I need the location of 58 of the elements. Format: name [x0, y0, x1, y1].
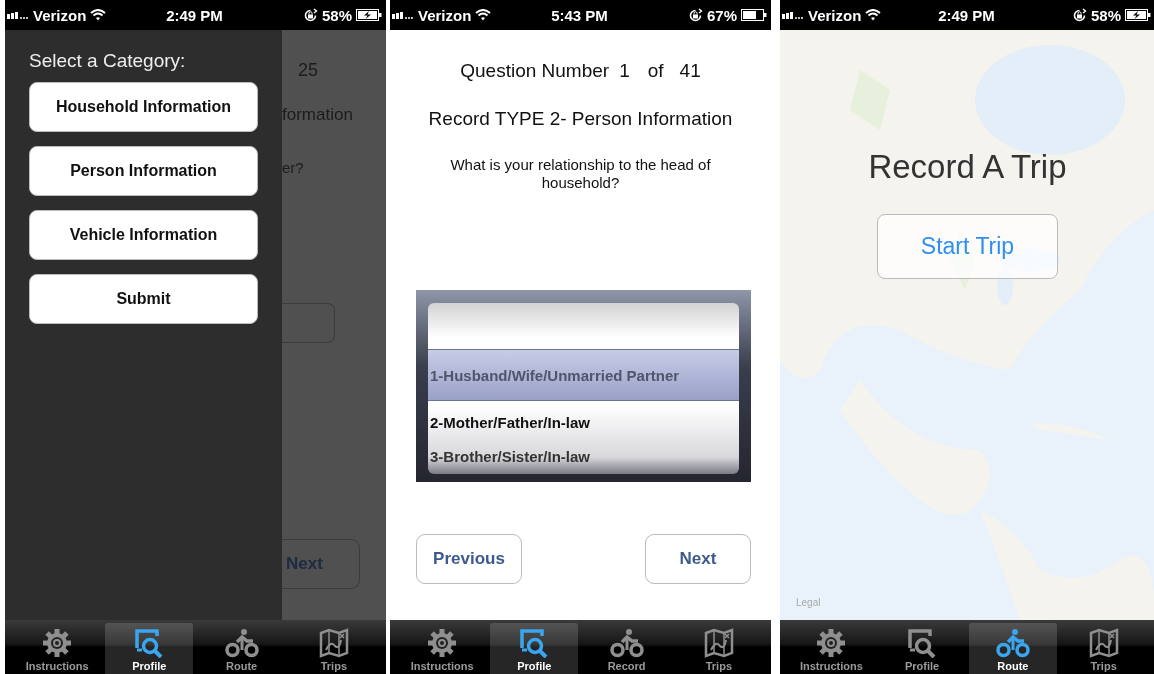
gear-icon [427, 628, 458, 658]
question-total: 41 [679, 60, 701, 82]
tab-item[interactable]: Record [582, 623, 671, 674]
signal-icon [782, 11, 804, 19]
picker-option[interactable]: 2-Mother/Father/In-law [428, 401, 739, 443]
answer-field[interactable] [282, 303, 335, 343]
rotation-lock-icon [302, 7, 318, 23]
gear-icon [42, 628, 73, 658]
battery-percent: 58% [1090, 6, 1121, 24]
map-icon [318, 628, 349, 658]
tab-item[interactable]: Trips [674, 623, 763, 674]
cyclist-icon [224, 628, 259, 658]
gear-icon [816, 628, 847, 658]
tab-item[interactable]: Route [968, 623, 1057, 674]
status-time: 2:49 PM [166, 6, 223, 24]
tab-item[interactable]: Trips [1059, 623, 1148, 674]
menu-title: Select a Category: [29, 50, 186, 72]
category-button[interactable]: Household Information [29, 82, 258, 132]
question-of: of [647, 60, 664, 82]
tab-item[interactable]: Profile [878, 623, 967, 674]
signal-icon [392, 11, 414, 19]
tab-item[interactable]: Trips [289, 623, 378, 674]
signal-icon [7, 11, 29, 19]
tab-item[interactable]: Instructions [13, 623, 102, 674]
status-time: 5:43 PM [551, 6, 608, 24]
picker-option[interactable]: 3-Brother/Sister/In-law [428, 443, 739, 469]
carrier-name: Verizon [418, 6, 472, 24]
cyclist-icon [609, 628, 644, 658]
question-current: 1 [619, 60, 630, 82]
category-button[interactable]: Vehicle Information [29, 210, 258, 260]
rotation-lock-icon [1071, 7, 1087, 23]
wifi-icon [475, 9, 492, 21]
option-picker[interactable]: 1-Husband/Wife/Unmarried Partner 2-Mother/Father/In-law 3-Brother/Sister/In-law [416, 290, 751, 482]
tab-item[interactable]: Route [197, 623, 286, 674]
carrier-name: Verizon [808, 6, 862, 24]
wifi-icon [90, 9, 107, 21]
next-button[interactable]: Next [645, 534, 751, 584]
wifi-icon [865, 9, 882, 21]
tab-item[interactable]: Profile [105, 623, 194, 674]
category-button[interactable]: Person Information [29, 146, 258, 196]
map-icon [1088, 628, 1119, 658]
question-text: What is your relationship to the head of household? [449, 156, 712, 192]
picker-option[interactable]: 1-Husband/Wife/Unmarried Partner [428, 349, 739, 401]
tab-item[interactable]: Profile [490, 623, 579, 674]
map-icon [703, 628, 734, 658]
status-time: 2:49 PM [938, 6, 995, 24]
rotation-lock-icon [687, 7, 703, 23]
cyclist-icon [995, 628, 1030, 658]
tab-item[interactable]: Instructions [787, 623, 876, 674]
question-number-label: Question Number [460, 60, 610, 82]
category-button[interactable]: Submit [29, 274, 258, 324]
tab-item[interactable]: Instructions [398, 623, 487, 674]
carrier-name: Verizon [33, 6, 87, 24]
previous-button[interactable]: Previous [416, 534, 522, 584]
record-type-title: Record TYPE 2- Person Information [428, 108, 733, 130]
battery-percent: 58% [321, 6, 352, 24]
page-title: Record A Trip [868, 148, 1067, 186]
battery-percent: 67% [706, 6, 737, 24]
